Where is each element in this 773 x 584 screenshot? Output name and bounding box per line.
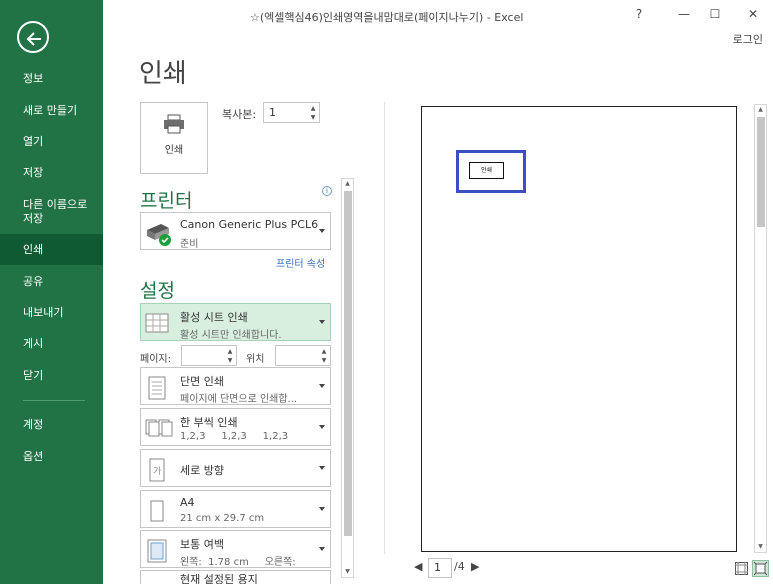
preview-scroll-thumb[interactable]	[757, 117, 765, 227]
sides-select[interactable]: 단면 인쇄 페이지에 단면으로 인쇄합...	[140, 367, 331, 405]
pane-divider	[384, 102, 385, 554]
printer-heading: 프린터	[140, 190, 193, 212]
nav-item-save-as[interactable]: 다른 이름으로 저장	[0, 198, 90, 226]
prev-page-icon[interactable]: ◀	[414, 560, 422, 573]
margins-title: 보통 여백	[180, 538, 224, 551]
login-link[interactable]: 로그인	[733, 31, 763, 47]
copies-down-icon[interactable]: ▼	[308, 113, 318, 122]
chevron-down-icon	[319, 229, 325, 233]
print-button[interactable]: 인쇄	[140, 102, 208, 174]
sheet-grid-icon	[145, 313, 169, 333]
paper-sub: 21 cm x 29.7 cm	[180, 513, 265, 524]
printer-select[interactable]: Canon Generic Plus PCL6 준비	[140, 212, 331, 250]
excel-backstage-print: 정보 새로 만들기 열기 저장 다른 이름으로 저장 인쇄 공유 내보내기 게시…	[0, 0, 773, 584]
scaling-select[interactable]: 현재 설정된 용지	[140, 570, 331, 584]
pages-from-up-icon[interactable]: ▲	[225, 347, 235, 356]
pages-to-up-icon[interactable]: ▲	[319, 347, 329, 356]
pages-to-input[interactable]: ▲ ▼	[275, 345, 331, 366]
page-number-input[interactable]: 1	[428, 558, 452, 578]
chevron-down-icon	[319, 425, 325, 429]
nav-item-account[interactable]: 계정	[0, 418, 103, 432]
scaling-title: 현재 설정된 용지	[180, 573, 258, 584]
back-arrow-icon	[26, 32, 41, 46]
sides-sub: 페이지에 단면으로 인쇄합...	[180, 394, 298, 405]
collate-select[interactable]: 한 부씩 인쇄 1,2,3 1,2,3 1,2,3	[140, 408, 331, 446]
copies-input[interactable]: 1 ▲ ▼	[263, 102, 320, 123]
collate-pages-icon	[145, 419, 173, 437]
zoom-to-page-icon[interactable]	[752, 560, 769, 577]
copies-value: 1	[269, 106, 276, 119]
portrait-icon: 가	[149, 458, 165, 482]
nav-item-open[interactable]: 열기	[0, 135, 103, 149]
backstage-nav: 정보 새로 만들기 열기 저장 다른 이름으로 저장 인쇄 공유 내보내기 게시…	[0, 0, 103, 584]
nav-divider	[23, 400, 85, 401]
preview-scroll-down-icon[interactable]: ▼	[755, 542, 766, 552]
settings-scrollbar[interactable]: ▲ ▼	[341, 178, 354, 578]
print-area-highlight: 인쇄	[456, 150, 526, 193]
copies-label: 복사본:	[222, 108, 257, 121]
pages-label: 페이지:	[140, 354, 171, 365]
page-total: /4	[454, 560, 465, 573]
nav-item-new[interactable]: 새로 만들기	[0, 104, 103, 118]
print-preview-page: 인쇄	[421, 106, 737, 552]
margins-select[interactable]: 보통 여백 왼쪽: 1.78 cm 오른쪽:	[140, 530, 331, 568]
nav-item-export[interactable]: 내보내기	[0, 306, 103, 320]
nav-item-share[interactable]: 공유	[0, 275, 103, 289]
pages-from-input[interactable]: ▲ ▼	[181, 345, 237, 366]
print-what-sub: 활성 시트만 인쇄합니다.	[180, 330, 282, 341]
chevron-down-icon	[319, 547, 325, 551]
margins-sub: 왼쪽: 1.78 cm 오른쪽:	[180, 557, 296, 568]
scroll-up-icon[interactable]: ▲	[342, 179, 353, 189]
svg-text:가: 가	[153, 466, 161, 477]
nav-item-options[interactable]: 옵션	[0, 450, 103, 464]
pages-from-down-icon[interactable]: ▼	[225, 356, 235, 365]
page-title: 인쇄	[139, 59, 187, 89]
settings-heading: 설정	[140, 280, 175, 302]
preview-scroll-up-icon[interactable]: ▲	[755, 105, 766, 115]
printer-properties-link[interactable]: 프린터 속성	[276, 255, 325, 270]
maximize-button[interactable]: ☐	[700, 4, 730, 24]
show-margins-icon[interactable]	[735, 562, 748, 575]
nav-item-save[interactable]: 저장	[0, 166, 103, 180]
printer-name: Canon Generic Plus PCL6	[180, 218, 319, 231]
single-side-page-icon	[148, 376, 166, 400]
orientation-title: 세로 방향	[180, 464, 224, 477]
collate-sub: 1,2,3 1,2,3 1,2,3	[180, 431, 289, 442]
print-what-title: 활성 시트 인쇄	[180, 311, 248, 324]
next-page-icon[interactable]: ▶	[471, 560, 479, 573]
window-title: ☆(엑셀핵심46)인쇄영역을내맘대로(페이지나누기) - Excel	[250, 11, 524, 24]
chevron-down-icon	[319, 320, 325, 324]
preview-scrollbar[interactable]: ▲ ▼	[754, 104, 767, 553]
info-icon[interactable]: i	[322, 186, 332, 196]
nav-item-print[interactable]: 인쇄	[0, 234, 103, 265]
paper-size-select[interactable]: A4 21 cm x 29.7 cm	[140, 490, 331, 528]
chevron-down-icon	[319, 384, 325, 388]
preview-cell: 인쇄	[469, 162, 504, 179]
help-button[interactable]: ?	[624, 4, 654, 24]
collate-title: 한 부씩 인쇄	[180, 416, 238, 429]
chevron-down-icon	[319, 507, 325, 511]
settings-scroll-thumb[interactable]	[344, 191, 352, 536]
sides-title: 단면 인쇄	[180, 375, 224, 388]
paper-icon	[150, 500, 164, 522]
close-button[interactable]: ✕	[738, 4, 768, 24]
chevron-down-icon	[319, 466, 325, 470]
back-button[interactable]	[17, 21, 49, 53]
copies-up-icon[interactable]: ▲	[308, 104, 318, 113]
minimize-button[interactable]: —	[669, 4, 699, 24]
nav-item-info[interactable]: 정보	[0, 72, 103, 86]
margins-icon	[147, 539, 167, 563]
nav-item-close[interactable]: 닫기	[0, 369, 103, 383]
pages-to-label: 위치	[246, 354, 265, 365]
pages-to-down-icon[interactable]: ▼	[319, 356, 329, 365]
print-what-select[interactable]: 활성 시트 인쇄 활성 시트만 인쇄합니다.	[140, 303, 331, 341]
printer-ready-icon	[147, 224, 171, 246]
scroll-down-icon[interactable]: ▼	[342, 567, 353, 577]
print-button-label: 인쇄	[164, 145, 184, 156]
printer-icon	[164, 114, 184, 134]
printer-status: 준비	[180, 239, 199, 250]
orientation-select[interactable]: 가 세로 방향	[140, 449, 331, 487]
nav-item-publish[interactable]: 게시	[0, 337, 103, 351]
paper-title: A4	[180, 496, 195, 509]
